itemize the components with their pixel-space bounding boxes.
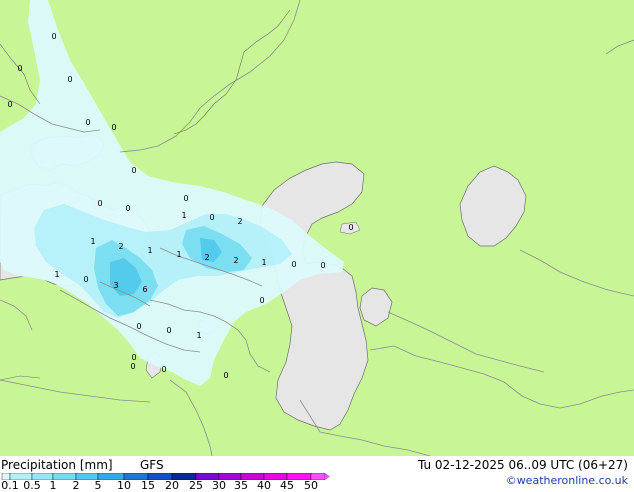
value-label: 6 bbox=[142, 285, 147, 294]
value-label: 0 bbox=[7, 100, 12, 109]
value-label: 0 bbox=[223, 371, 228, 380]
scale-tick-label: 0.5 bbox=[23, 479, 41, 492]
scale-tick-label: 5 bbox=[94, 479, 102, 492]
value-label: 1 bbox=[147, 246, 152, 255]
value-label: 0 bbox=[51, 32, 56, 41]
scale-tick-label: 15 bbox=[141, 479, 155, 492]
value-label: 0 bbox=[348, 223, 353, 232]
scale-tick-label: 20 bbox=[165, 479, 179, 492]
value-label: 0 bbox=[130, 362, 135, 371]
value-label: 0 bbox=[320, 261, 325, 270]
value-label: 0 bbox=[209, 213, 214, 222]
scale-tick-label: 2 bbox=[72, 479, 80, 492]
variable-title: Precipitation [mm] bbox=[1, 458, 113, 472]
value-label: 2 bbox=[204, 253, 209, 262]
precipitation-map: 0 0 0 0 0 0 0 0 1 0 2 0 1 2 1 1 2 2 1 0 … bbox=[0, 0, 634, 456]
value-label: 1 bbox=[181, 211, 186, 220]
value-label: 0 bbox=[97, 199, 102, 208]
value-label: 1 bbox=[261, 258, 266, 267]
value-label: 0 bbox=[83, 275, 88, 284]
value-label: 0 bbox=[131, 166, 136, 175]
value-label: 0 bbox=[161, 365, 166, 374]
value-label: 0 bbox=[125, 204, 130, 213]
value-label: 2 bbox=[233, 256, 238, 265]
scale-arrow bbox=[325, 473, 330, 480]
value-label: 0 bbox=[183, 194, 188, 203]
scale-tick-label: 0.1 bbox=[1, 479, 19, 492]
value-label: 1 bbox=[196, 331, 201, 340]
value-label: 0 bbox=[67, 75, 72, 84]
value-label: 3 bbox=[113, 281, 118, 290]
value-label: 1 bbox=[90, 237, 95, 246]
scale-tick-label: 25 bbox=[189, 479, 203, 492]
value-label: 0 bbox=[85, 118, 90, 127]
scale-tick-label: 40 bbox=[257, 479, 271, 492]
model-name: GFS bbox=[140, 458, 164, 472]
value-label: 1 bbox=[54, 270, 59, 279]
scale-tick-label: 30 bbox=[212, 479, 226, 492]
value-label: 0 bbox=[166, 326, 171, 335]
scale-tick-label: 45 bbox=[280, 479, 294, 492]
valid-time: Tu 02-12-2025 06..09 UTC (06+27) bbox=[417, 458, 628, 472]
scale-tick-label: 1 bbox=[49, 479, 57, 492]
value-label: 0 bbox=[259, 296, 264, 305]
scale-tick-label: 35 bbox=[234, 479, 248, 492]
value-label: 0 bbox=[291, 260, 296, 269]
value-label: 0 bbox=[131, 353, 136, 362]
value-label: 2 bbox=[237, 217, 242, 226]
value-label: 0 bbox=[136, 322, 141, 331]
value-label: 1 bbox=[176, 250, 181, 259]
scale-tick-label: 10 bbox=[117, 479, 131, 492]
value-label: 0 bbox=[111, 123, 116, 132]
scale-tick-label: 50 bbox=[304, 479, 318, 492]
credit-link[interactable]: ©weatheronline.co.uk bbox=[506, 474, 628, 488]
value-label: 2 bbox=[118, 242, 123, 251]
value-label: 0 bbox=[17, 64, 22, 73]
